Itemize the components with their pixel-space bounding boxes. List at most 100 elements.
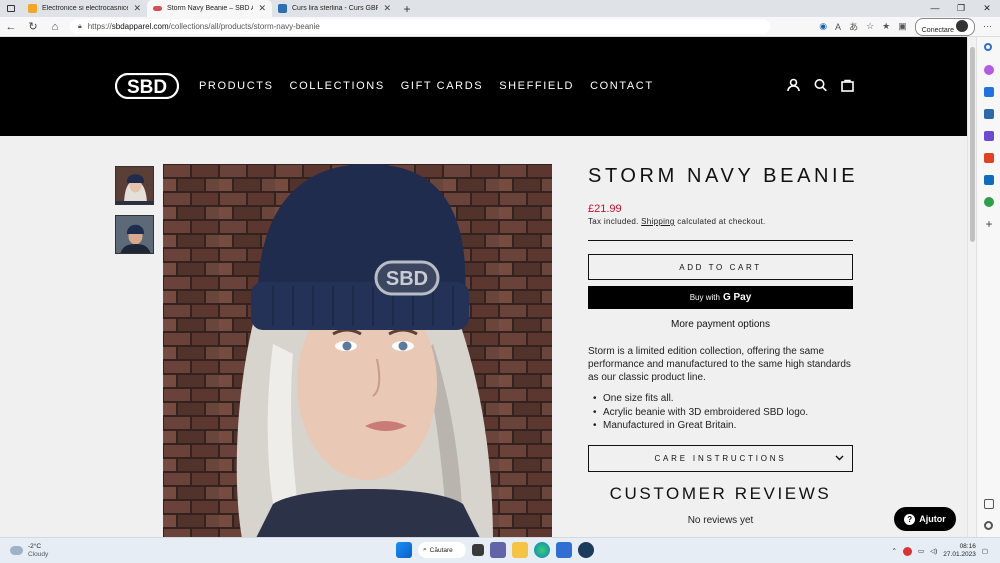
tray-app-icon[interactable] bbox=[902, 546, 912, 556]
tree-icon[interactable] bbox=[984, 197, 994, 207]
collections-icon[interactable]: ▣ bbox=[898, 21, 907, 32]
volume-icon[interactable]: ◁) bbox=[930, 547, 937, 555]
account-icon[interactable] bbox=[787, 78, 800, 92]
nav-collections[interactable]: COLLECTIONS bbox=[290, 80, 385, 92]
sbd-favicon-icon bbox=[153, 6, 162, 11]
new-tab-button[interactable]: + bbox=[397, 2, 417, 16]
steam-icon[interactable] bbox=[578, 542, 594, 558]
window-controls: — ❐ ✕ bbox=[922, 0, 1000, 17]
settings-icon[interactable] bbox=[984, 521, 993, 530]
emag-favicon-icon bbox=[28, 4, 37, 13]
curs-favicon-icon bbox=[278, 4, 287, 13]
chevron-up-icon[interactable]: ⌃ bbox=[892, 547, 897, 555]
back-button[interactable]: ← bbox=[0, 21, 22, 33]
weather-widget[interactable]: -2°C Cloudy bbox=[10, 543, 48, 559]
scrollbar-thumb[interactable] bbox=[970, 47, 975, 242]
store-icon[interactable] bbox=[556, 542, 572, 558]
lock-icon: 🔒︎ bbox=[78, 22, 82, 30]
taskbar-search[interactable]: ⌕ Căutare bbox=[418, 542, 466, 558]
sign-in-button[interactable]: Conectare bbox=[914, 17, 975, 36]
maximize-button[interactable]: ❐ bbox=[948, 0, 974, 17]
help-icon: ? bbox=[904, 513, 916, 525]
more-options-icon[interactable]: ⋯ bbox=[983, 21, 992, 32]
profile-avatar bbox=[956, 19, 968, 32]
logo-text: SBD bbox=[127, 77, 167, 98]
add-icon[interactable]: + bbox=[984, 218, 994, 230]
thumbnail-woman[interactable] bbox=[115, 166, 154, 205]
sign-in-label: Conectare bbox=[921, 26, 955, 34]
add-to-cart-button[interactable]: ADD TO CART bbox=[588, 254, 853, 280]
url-path: /collections/all/products/storm-navy-bea… bbox=[168, 22, 320, 31]
notifications-icon[interactable]: ▢ bbox=[982, 547, 988, 555]
close-tab-icon[interactable]: ✕ bbox=[258, 3, 266, 14]
search-label: Căutare bbox=[429, 546, 453, 554]
nav-gift-cards[interactable]: GIFT CARDS bbox=[401, 80, 483, 92]
windows-taskbar: -2°C Cloudy ⌕ Căutare ⌃ ▭ ◁) 08:16 27.01.… bbox=[0, 537, 1000, 563]
search-icon[interactable] bbox=[814, 78, 827, 92]
close-window-button[interactable]: ✕ bbox=[974, 0, 1000, 17]
care-instructions-accordion[interactable]: CARE INSTRUCTIONS bbox=[588, 445, 853, 472]
start-icon[interactable] bbox=[396, 542, 412, 558]
product-description: Storm is a limited edition collection, o… bbox=[588, 346, 851, 383]
search-icon: ⌕ bbox=[423, 546, 427, 553]
more-payment-options-link[interactable]: More payment options bbox=[588, 319, 853, 330]
url-field[interactable]: 🔒︎ https://sbdapparel.com/collections/al… bbox=[70, 19, 770, 34]
edge-icon[interactable] bbox=[534, 542, 550, 558]
discover-icon[interactable] bbox=[984, 65, 994, 75]
feature-item: Manufactured in Great Britain. bbox=[593, 419, 808, 433]
games-icon[interactable] bbox=[984, 131, 994, 141]
minimize-button[interactable]: — bbox=[922, 0, 948, 17]
tab-emag[interactable]: Electronice si electrocasnice onli ✕ bbox=[22, 0, 147, 17]
help-button[interactable]: ? Ajutor bbox=[894, 507, 956, 531]
office-icon[interactable] bbox=[984, 153, 994, 163]
refresh-button[interactable]: ↻ bbox=[22, 20, 44, 33]
sbd-logo[interactable]: SBD bbox=[115, 73, 179, 99]
taskbar-apps: ⌕ Căutare bbox=[396, 542, 594, 558]
outlook-icon[interactable] bbox=[984, 175, 994, 185]
care-instructions-label: CARE INSTRUCTIONS bbox=[654, 454, 787, 463]
tab-title: Storm Navy Beanie – SBD Appar bbox=[167, 5, 254, 12]
read-aloud-icon[interactable]: A bbox=[835, 22, 841, 32]
no-reviews-text: No reviews yet bbox=[687, 515, 754, 526]
file-explorer-icon[interactable] bbox=[512, 542, 528, 558]
clock[interactable]: 08:16 27.01.2023 bbox=[943, 543, 976, 559]
beanie-logo-text: SBD bbox=[386, 268, 428, 290]
workspaces-button[interactable] bbox=[0, 0, 22, 17]
product-page: SBD STORM NAVY BEANIE £21.99 Tax include… bbox=[0, 136, 967, 537]
translate-icon[interactable]: あ bbox=[849, 20, 858, 33]
page-scrollbar[interactable] bbox=[967, 37, 976, 537]
nav-products[interactable]: PRODUCTS bbox=[199, 80, 274, 92]
network-icon[interactable]: ▭ bbox=[918, 547, 924, 555]
date: 27.01.2023 bbox=[943, 551, 976, 558]
time: 08:16 bbox=[959, 543, 976, 550]
nav-sheffield[interactable]: SHEFFIELD bbox=[499, 80, 574, 92]
feature-item: One size fits all. bbox=[593, 392, 808, 406]
temperature: -2°C bbox=[28, 543, 42, 550]
favorites-icon[interactable]: ★ bbox=[882, 21, 890, 32]
search-icon[interactable] bbox=[984, 43, 992, 51]
favorite-add-icon[interactable]: ☆ bbox=[866, 21, 874, 32]
tab-sbd[interactable]: Storm Navy Beanie – SBD Appar ✕ bbox=[147, 0, 272, 17]
tracking-icon[interactable]: ◉ bbox=[819, 21, 827, 32]
thumbnail-man[interactable] bbox=[115, 215, 154, 254]
tab-curs-gbp[interactable]: Curs lira sterlina - Curs GBP | Cu ✕ bbox=[272, 0, 397, 17]
product-main-image[interactable]: SBD bbox=[163, 164, 552, 537]
feedback-icon[interactable] bbox=[984, 499, 994, 509]
task-view-icon[interactable] bbox=[472, 544, 484, 556]
buy-with-gpay-button[interactable]: Buy with G Pay bbox=[588, 286, 853, 309]
product-features: One size fits all. Acrylic beanie with 3… bbox=[593, 392, 808, 433]
close-tab-icon[interactable]: ✕ bbox=[383, 3, 391, 14]
feature-item: Acrylic beanie with 3D embroidered SBD l… bbox=[593, 406, 808, 420]
nav-contact[interactable]: CONTACT bbox=[590, 80, 654, 92]
address-bar: ← ↻ ⌂ 🔒︎ https://sbdapparel.com/collecti… bbox=[0, 17, 1000, 37]
teams-chat-icon[interactable] bbox=[490, 542, 506, 558]
shopping-icon[interactable] bbox=[984, 87, 994, 97]
product-title: STORM NAVY BEANIE bbox=[588, 165, 859, 187]
edge-sidebar: + bbox=[976, 37, 1000, 537]
system-tray: ⌃ ▭ ◁) 08:16 27.01.2023 ▢ bbox=[892, 543, 988, 559]
cart-icon[interactable] bbox=[841, 78, 854, 92]
shipping-link[interactable]: Shipping bbox=[641, 217, 675, 226]
home-button[interactable]: ⌂ bbox=[44, 21, 66, 33]
close-tab-icon[interactable]: ✕ bbox=[133, 3, 141, 14]
tools-icon[interactable] bbox=[984, 109, 994, 119]
